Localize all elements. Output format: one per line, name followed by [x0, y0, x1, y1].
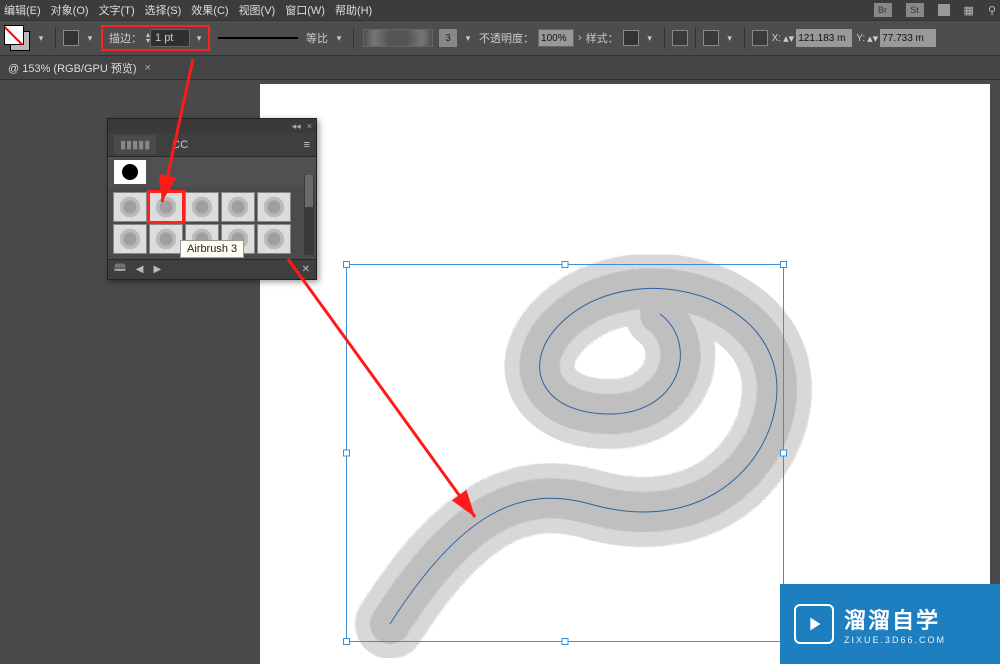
style-label: 样式：	[586, 30, 619, 46]
align-dropdown[interactable]	[723, 31, 737, 45]
stroke-weight-dropdown[interactable]	[192, 31, 206, 45]
brush-thumb-spray1[interactable]	[113, 192, 147, 222]
divider	[353, 27, 354, 49]
stroke-swatch-dropdown[interactable]	[83, 31, 97, 45]
graphic-style-dropdown[interactable]	[643, 31, 657, 45]
x-label: X:	[772, 33, 781, 44]
watermark: 溜溜自学 ZIXUE.3D66.COM	[780, 584, 1000, 664]
stroke-swatch[interactable]	[63, 30, 79, 46]
opacity-input[interactable]	[538, 29, 574, 47]
document-tab[interactable]: @ 153% (RGB/GPU 预览)	[8, 60, 137, 76]
delete-icon[interactable]: ✕	[302, 264, 310, 275]
brush-thumb-spray3[interactable]	[185, 192, 219, 222]
panel-tab-cc[interactable]: CC	[166, 136, 194, 154]
x-stepper[interactable]: ▴▾	[783, 32, 794, 45]
opacity-arrow-icon[interactable]: ›	[578, 32, 582, 44]
profile-preview[interactable]	[218, 37, 298, 39]
menubar-right-icons: Br St ▦ ⚲	[874, 3, 996, 17]
brush-definition-preview[interactable]	[363, 29, 433, 47]
y-stepper[interactable]: ▴▾	[867, 32, 878, 45]
panel-close-icon[interactable]: ×	[307, 121, 312, 131]
brush-thumb-spray6[interactable]	[113, 224, 147, 254]
menu-edit[interactable]: 编辑(E)	[4, 2, 41, 18]
brush-thumb-spray4[interactable]	[221, 192, 255, 222]
brush-thumb-spray5[interactable]	[257, 192, 291, 222]
menu-help[interactable]: 帮助(H)	[335, 2, 372, 18]
options-bar: 描边： ▴▾ 等比 3 不透明度： › 样式： X: ▴▾ Y: ▴▾	[0, 20, 1000, 56]
align-icon[interactable]	[703, 30, 719, 46]
prev-icon[interactable]: ◀	[136, 264, 144, 275]
brush-dropdown[interactable]	[461, 31, 475, 45]
watermark-title: 溜溜自学	[844, 603, 946, 635]
brush-number: 3	[439, 29, 457, 47]
arrange-icon[interactable]	[938, 4, 950, 16]
fill-stroke-swatch[interactable]	[4, 25, 30, 51]
menu-text[interactable]: 文字(T)	[99, 2, 135, 18]
search-icon[interactable]: ⚲	[988, 4, 996, 17]
divider	[664, 27, 665, 49]
close-tab-icon[interactable]: ×	[145, 62, 151, 74]
transform-icon[interactable]	[752, 30, 768, 46]
recolor-icon[interactable]	[672, 30, 688, 46]
panel-current-brush-row	[108, 157, 316, 187]
panel-titlebar[interactable]: ◂◂ ×	[108, 119, 316, 133]
panel-menu-icon[interactable]: ≡	[304, 139, 310, 151]
profile-dropdown[interactable]	[332, 31, 346, 45]
profile-label: 等比	[306, 30, 328, 46]
menu-object[interactable]: 对象(O)	[51, 2, 89, 18]
stroke-weight-input[interactable]	[150, 29, 190, 47]
menu-view[interactable]: 视图(V)	[239, 2, 276, 18]
stroke-weight-group: 描边： ▴▾	[101, 25, 210, 51]
y-input[interactable]	[880, 29, 936, 47]
brush-tooltip: Airbrush 3	[180, 240, 244, 258]
next-icon[interactable]: ▶	[154, 264, 162, 275]
x-coordinate: X: ▴▾	[772, 29, 853, 47]
watermark-url: ZIXUE.3D66.COM	[844, 635, 946, 645]
bridge-icon[interactable]: Br	[874, 3, 892, 17]
graphic-style-swatch[interactable]	[623, 30, 639, 46]
panel-footer: 🕮 ◀ ▶ ✕	[108, 259, 316, 279]
panel-scrollbar[interactable]	[304, 175, 314, 255]
menu-select[interactable]: 选择(S)	[145, 2, 182, 18]
y-label: Y:	[856, 33, 865, 44]
divider	[55, 27, 56, 49]
fill-dropdown[interactable]	[34, 31, 48, 45]
artboard[interactable]	[260, 84, 990, 664]
divider	[744, 27, 745, 49]
opacity-label: 不透明度：	[479, 30, 534, 46]
x-input[interactable]	[796, 29, 852, 47]
menubar: 编辑(E) 对象(O) 文字(T) 选择(S) 效果(C) 视图(V) 窗口(W…	[0, 0, 1000, 20]
y-coordinate: Y: ▴▾	[856, 29, 936, 47]
panel-tabrow: ▮▮▮▮▮ CC ≡	[108, 133, 316, 157]
watermark-logo-icon	[794, 604, 834, 644]
library-icon[interactable]: 🕮	[114, 261, 126, 278]
panel-current-brush[interactable]	[114, 160, 146, 184]
panel-collapse-icon[interactable]: ◂◂	[292, 121, 301, 132]
stock-icon[interactable]: St	[906, 3, 924, 17]
stroke-label: 描边：	[109, 30, 142, 46]
brush-thumb-spray2[interactable]	[149, 192, 183, 222]
document-tab-bar: @ 153% (RGB/GPU 预览) ×	[0, 56, 1000, 80]
divider	[695, 27, 696, 49]
menu-effect[interactable]: 效果(C)	[191, 2, 228, 18]
brush-thumb-spray7[interactable]	[149, 224, 183, 254]
gpu-icon[interactable]: ▦	[964, 4, 974, 17]
brush-thumb-spray10[interactable]	[257, 224, 291, 254]
panel-tab-brushes[interactable]: ▮▮▮▮▮	[114, 135, 156, 154]
menu-window[interactable]: 窗口(W)	[285, 2, 325, 18]
